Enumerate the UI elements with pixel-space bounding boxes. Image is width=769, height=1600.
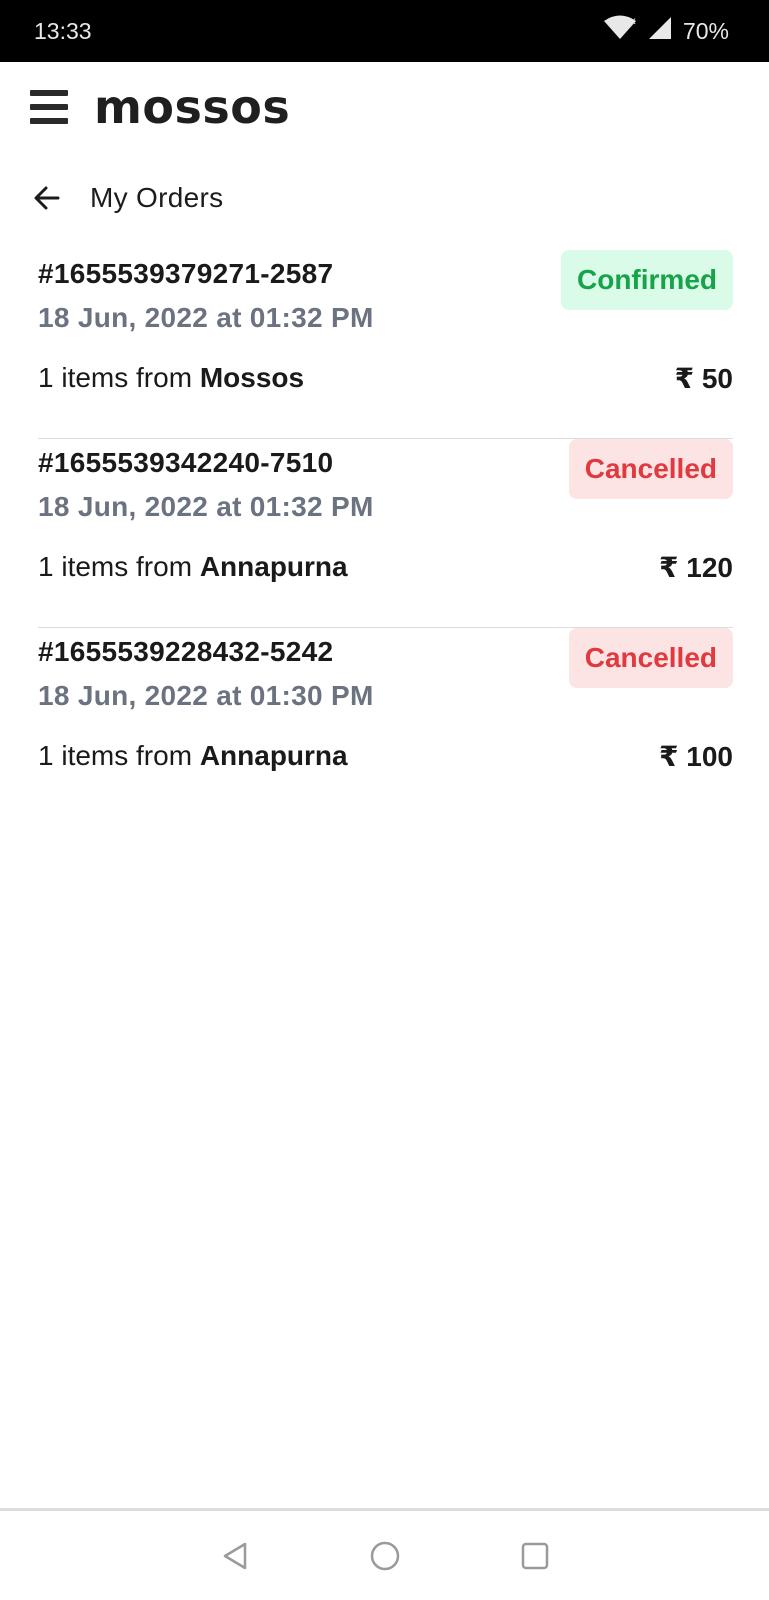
page-header: My Orders [0,160,769,236]
status-bar: 13:33 x 70% [0,0,769,62]
system-nav-bar [0,1508,769,1600]
status-icons: x 70% [603,15,729,47]
home-circle-icon[interactable] [365,1536,405,1576]
hamburger-menu-icon[interactable] [30,90,68,124]
restaurant-name: Annapurna [199,551,348,582]
order-date: 18 Jun, 2022 at 01:30 PM [38,680,374,711]
page-title: My Orders [90,182,224,213]
order-items-summary: 1 items from Annapurna [38,551,348,583]
items-prefix: 1 items from [38,362,193,393]
items-prefix: 1 items from [38,740,193,771]
order-price: ₹ 50 [674,363,733,394]
restaurant-name: Mossos [199,362,305,393]
order-price: ₹ 120 [659,552,733,583]
svg-text:x: x [630,16,636,27]
order-card[interactable]: #1655539342240-7510 18 Jun, 2022 at 01:3… [38,439,733,628]
order-date: 18 Jun, 2022 at 01:32 PM [38,491,374,522]
status-badge: Cancelled [568,628,733,688]
status-badge: Cancelled [568,439,733,499]
status-badge: Confirmed [561,250,733,310]
order-id: #1655539228432-5242 [38,636,334,667]
app-logo: mossos [94,80,291,134]
restaurant-name: Annapurna [199,740,348,771]
status-time: 13:33 [34,17,92,44]
app-bar: mossos [0,62,769,152]
order-items-summary: 1 items from Mossos [38,362,304,394]
order-card[interactable]: #1655539379271-2587 18 Jun, 2022 at 01:3… [38,250,733,439]
battery-percent: 70% [682,17,729,44]
orders-list: #1655539379271-2587 18 Jun, 2022 at 01:3… [38,250,733,817]
recents-square-icon[interactable] [515,1536,555,1576]
order-card[interactable]: #1655539228432-5242 18 Jun, 2022 at 01:3… [38,628,733,817]
order-items-summary: 1 items from Annapurna [38,740,348,772]
order-id: #1655539379271-2587 [38,258,334,289]
items-prefix: 1 items from [38,551,193,582]
signal-icon [647,15,673,47]
order-price: ₹ 100 [659,741,733,772]
back-arrow-icon[interactable] [32,182,64,214]
back-triangle-icon[interactable] [215,1536,255,1576]
order-date: 18 Jun, 2022 at 01:32 PM [38,302,374,333]
wifi-icon: x [603,15,637,47]
order-id: #1655539342240-7510 [38,447,334,478]
